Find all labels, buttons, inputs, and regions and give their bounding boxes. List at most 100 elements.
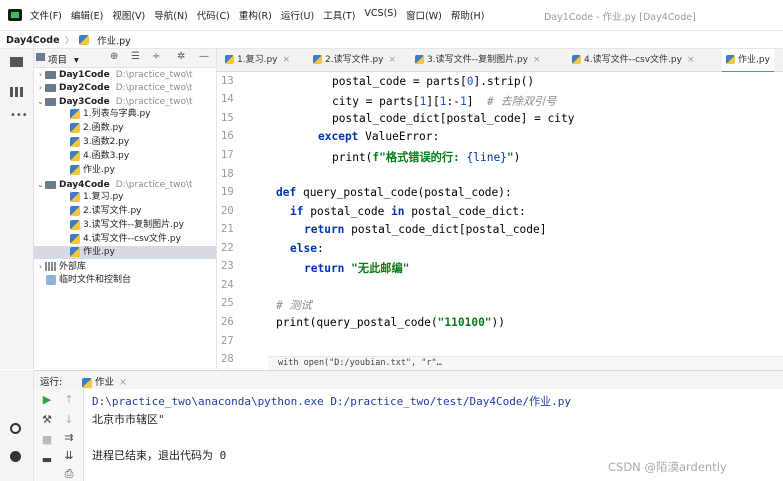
file-name: 1.列表与字典.py [83,109,151,119]
code-token: postal_code_dict[postal_code] [351,223,547,236]
tree-scratches[interactable]: 临时文件和控制台 [34,274,216,287]
breadcrumb-file[interactable]: 作业.py [97,33,131,47]
menu-file[interactable]: 文件(F) [30,8,62,22]
services-icon[interactable] [10,423,21,434]
python-file-icon [70,164,80,175]
menu-run[interactable]: 运行(U) [281,8,314,22]
problems-icon[interactable] [10,451,21,462]
print-icon[interactable]: ⎙ [62,467,76,481]
folder-path: D:\practice_two\t [115,83,193,93]
project-view-selector[interactable]: 项目 ▾ [48,52,79,66]
tree-file[interactable]: 4.函数3.py [34,150,216,163]
code-line: def query_postal_code(postal_code): [276,186,512,199]
menu-view[interactable]: 视图(V) [112,8,145,22]
code-token: ValueError: [365,130,440,143]
python-file-icon [70,136,80,147]
menu-code[interactable]: 代码(C) [197,8,230,22]
close-icon[interactable]: × [119,377,127,388]
tab-label: 作业.py [738,55,770,65]
menu-navigate[interactable]: 导航(N) [154,8,188,22]
tree-folder-day3code[interactable]: ⌄ Day3Code D:\practice_two\t [34,95,216,108]
tree-file[interactable]: 1.复习.py [34,191,216,204]
tab-label: 4.读写文件--csv文件.py [584,55,682,65]
python-file-icon [415,55,424,64]
code-token: in [391,205,412,218]
menu-vcs[interactable]: VCS(S) [364,8,397,22]
tree-folder-day2code[interactable]: › Day2Code D:\practice_two\t [34,81,216,94]
project-tool-icon[interactable] [10,57,23,67]
tree-folder-day4code[interactable]: ⌄ Day4Code D:\practice_two\t [34,178,216,191]
tree-file[interactable]: 1.列表与字典.py [34,108,216,121]
code-token: print( [332,151,373,164]
wrench-icon[interactable]: ⚒ [40,413,54,426]
menu-window[interactable]: 窗口(W) [406,8,442,22]
tab-zuoye[interactable]: 作业.py [722,49,774,73]
run-tab[interactable]: 作业 × [82,374,127,388]
menu-edit[interactable]: 编辑(E) [71,8,103,22]
hide-panel-icon[interactable]: — [199,51,209,62]
code-line: city = parts[1][1:-1] # 去除双引号 [332,93,556,109]
menu-refactor[interactable]: 重构(R) [239,8,272,22]
python-file-icon [572,55,581,64]
code-token: postal_code = parts[ [332,75,467,88]
line-number: 21 [221,223,234,235]
tree-file[interactable]: 3.读写文件--复制图片.py [34,219,216,232]
locate-file-icon[interactable]: ⊕ [110,51,118,62]
breadcrumb: Day4Code 〉 作业.py [6,33,131,48]
expand-all-icon[interactable]: ☰ [131,51,140,62]
up-arrow-icon[interactable]: ↑ [62,393,76,406]
tree-file[interactable]: 3.函数2.py [34,136,216,149]
close-icon[interactable]: × [389,55,397,65]
close-icon[interactable]: × [533,55,541,65]
tree-external-libraries[interactable]: › 外部库 [34,260,216,273]
tab-csv[interactable]: 4.读写文件--csv文件.py × [572,49,695,71]
collapse-all-icon[interactable]: ÷ [152,51,160,62]
menu-help[interactable]: 帮助(H) [451,8,485,22]
menu-tools[interactable]: 工具(T) [323,8,355,22]
console-exit-line: 进程已结束，退出代码为 0 [92,449,227,462]
structure-tool-icon[interactable] [10,87,23,97]
tab-copy-image[interactable]: 3.读写文件--复制图片.py × [415,49,541,71]
tree-file[interactable]: 作业.py [34,164,216,177]
chevron-down-icon: ⌄ [37,97,44,106]
tab-fuxi[interactable]: 1.复习.py × [225,49,290,71]
python-file-icon [726,55,735,64]
gear-icon[interactable]: ✲ [177,51,185,62]
file-name: 1.复习.py [83,192,124,202]
python-file-icon [225,55,234,64]
tab-duxie[interactable]: 2.读写文件.py × [313,49,396,71]
file-name: 4.读写文件--csv文件.py [83,234,181,244]
code-token: query_postal_code(postal_code): [302,186,512,199]
lib-name: 外部库 [59,262,87,272]
close-icon[interactable]: × [283,55,291,65]
console-command-line: D:\practice_two\anaconda\python.exe D:/p… [92,395,571,408]
left-tool-strip: ••• [0,49,34,369]
python-file-icon [70,246,80,257]
layout-icon[interactable]: ▬ [40,453,54,466]
code-token: 1 [460,95,467,108]
python-file-icon [79,35,90,45]
scroll-to-end-icon[interactable]: ⇊ [62,449,76,462]
line-number: 28 [221,353,234,365]
tree-file-selected[interactable]: 作业.py [34,246,216,259]
tree-file[interactable]: 4.读写文件--csv文件.py [34,233,216,246]
project-panel-header: 项目 ▾ ⊕ ☰ ÷ ✲ — [34,49,216,68]
tab-label: 2.读写文件.py [325,55,384,65]
folder-icon [45,97,56,106]
run-label: 运行: [40,377,63,388]
code-line: else: [290,242,324,255]
tree-folder-day1code[interactable]: › Day1Code D:\practice_two\t [34,68,216,81]
down-arrow-icon[interactable]: ↓ [62,413,76,426]
breadcrumb-project[interactable]: Day4Code [6,35,60,46]
more-tools-icon[interactable]: ••• [10,111,28,123]
code-editor[interactable]: postal_code = parts[0].strip() city = par… [268,72,783,369]
tree-file[interactable]: 2.读写文件.py [34,205,216,218]
code-token: :- [446,95,461,108]
rerun-icon[interactable]: ▶ [40,393,54,406]
close-icon[interactable]: × [687,55,695,65]
stop-icon[interactable]: ■ [40,433,54,446]
tree-file[interactable]: 2.函数.py [34,122,216,135]
file-name: 作业.py [83,165,115,175]
code-token: : [316,242,324,255]
soft-wrap-icon[interactable]: ⇉ [62,431,76,444]
